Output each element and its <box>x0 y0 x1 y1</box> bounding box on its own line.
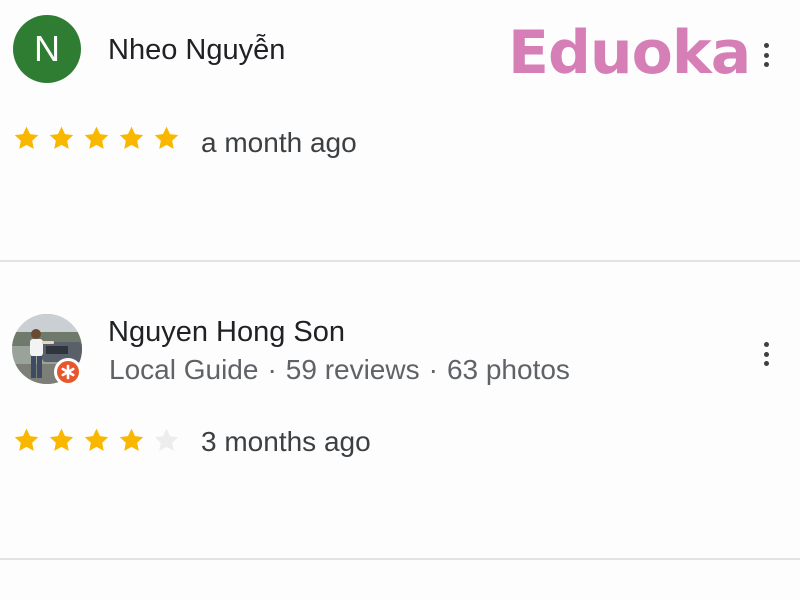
star-filled-icon <box>47 124 76 153</box>
star-rating <box>12 124 181 153</box>
separator: · <box>267 354 277 385</box>
star-filled-icon <box>152 124 181 153</box>
review-time: 3 months ago <box>201 426 371 457</box>
avatar[interactable]: N <box>13 15 81 83</box>
reviewer-name[interactable]: Nguyen Hong Son <box>108 316 345 349</box>
avatar[interactable] <box>12 314 82 386</box>
star-filled-icon <box>12 426 41 455</box>
star-filled-icon <box>117 124 146 153</box>
star-filled-icon <box>47 426 76 455</box>
divider <box>0 558 800 560</box>
reviewer-meta: Local Guide · 59 reviews · 63 photos <box>109 354 570 386</box>
more-options-icon[interactable] <box>756 40 776 70</box>
photos-count: 63 photos <box>446 354 570 385</box>
review-time: a month ago <box>201 127 357 158</box>
star-filled-icon <box>117 426 146 455</box>
star-filled-icon <box>12 124 41 153</box>
reviews-count: 59 reviews <box>285 354 420 385</box>
star-empty-icon <box>152 426 181 455</box>
review-card: Nguyen Hong Son Local Guide · 59 reviews · 6… <box>0 262 800 560</box>
star-rating <box>12 426 181 455</box>
star-filled-icon <box>82 426 111 455</box>
more-options-icon[interactable] <box>756 339 776 369</box>
star-filled-icon <box>82 124 111 153</box>
watermark-logo: Eduoka <box>508 18 751 88</box>
local-guide-badge-icon <box>54 358 82 386</box>
separator: · <box>428 354 438 385</box>
local-guide-label: Local Guide <box>109 354 259 385</box>
reviewer-name[interactable]: Nheo Nguyễn <box>108 34 285 67</box>
